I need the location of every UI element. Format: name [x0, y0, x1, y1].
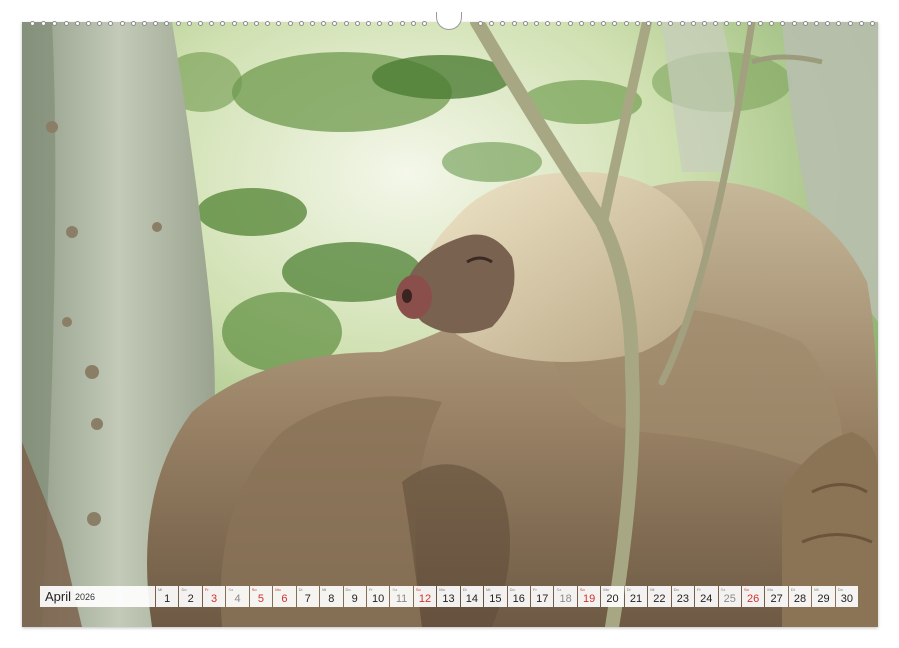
day-cell: Di7	[297, 586, 319, 607]
weekday-abbr: Sa	[392, 587, 397, 592]
day-number: 16	[513, 593, 525, 605]
day-cell: Di28	[789, 586, 811, 607]
weekday-abbr: Di	[791, 587, 795, 592]
day-cell: Mo13	[437, 586, 459, 607]
day-cell: Mi29	[812, 586, 834, 607]
day-cell: Do30	[836, 586, 858, 607]
weekday-abbr: Di	[299, 587, 303, 592]
day-cell: Sa25	[719, 586, 741, 607]
day-cell: Mi22	[648, 586, 670, 607]
day-cell: So26	[742, 586, 764, 607]
weekday-abbr: So	[580, 587, 585, 592]
day-number: 29	[817, 593, 829, 605]
day-number: 21	[630, 593, 642, 605]
day-number: 30	[841, 593, 853, 605]
day-cell: Di14	[461, 586, 483, 607]
photo-illustration	[22, 22, 878, 627]
day-number: 11	[396, 593, 407, 605]
day-cell: Sa4	[226, 586, 248, 607]
weekday-abbr: Mi	[650, 587, 654, 592]
day-cell: Di21	[625, 586, 647, 607]
weekday-abbr: So	[744, 587, 749, 592]
day-number: 7	[305, 593, 311, 605]
day-number: 17	[536, 593, 548, 605]
day-cell: Sa18	[554, 586, 576, 607]
weekday-abbr: Mi	[322, 587, 326, 592]
day-cell: Do16	[508, 586, 530, 607]
day-number: 23	[677, 593, 689, 605]
day-cell: So5	[250, 586, 272, 607]
weekday-abbr: Di	[627, 587, 631, 592]
day-number: 18	[560, 593, 572, 605]
day-number: 9	[352, 593, 358, 605]
weekday-abbr: Fr	[369, 587, 373, 592]
weekday-abbr: Mo	[767, 587, 773, 592]
weekday-abbr: Mo	[439, 587, 445, 592]
weekday-abbr: Sa	[721, 587, 726, 592]
day-number: 6	[281, 593, 287, 605]
day-cell: Mo6	[273, 586, 295, 607]
day-cell: Fr17	[531, 586, 553, 607]
day-number: 19	[583, 593, 595, 605]
weekday-abbr: Do	[674, 587, 679, 592]
day-number: 5	[258, 593, 264, 605]
day-number: 3	[211, 593, 217, 605]
weekday-abbr: Sa	[228, 587, 233, 592]
day-number: 10	[372, 593, 384, 605]
calendar-strip: April 2026 Mi1Do2Fr3Sa4So5Mo6Di7Mi8Do9Fr…	[40, 586, 858, 607]
day-cell: So12	[414, 586, 436, 607]
weekday-abbr: Do	[510, 587, 515, 592]
day-number: 25	[724, 593, 736, 605]
day-cell: Do23	[672, 586, 694, 607]
month-year: 2026	[75, 592, 95, 602]
day-cell: Mi8	[320, 586, 342, 607]
day-cell: Fr10	[367, 586, 389, 607]
weekday-abbr: Sa	[556, 587, 561, 592]
weekday-abbr: So	[252, 587, 257, 592]
day-cell: Do2	[179, 586, 201, 607]
day-cell: Fr24	[695, 586, 717, 607]
month-name: April	[45, 589, 71, 604]
day-number: 24	[700, 593, 712, 605]
day-number: 13	[442, 593, 454, 605]
day-cell: So19	[578, 586, 600, 607]
day-number: 20	[606, 593, 618, 605]
day-number: 14	[466, 593, 478, 605]
calendar-page: April 2026 Mi1Do2Fr3Sa4So5Mo6Di7Mi8Do9Fr…	[0, 0, 899, 648]
day-cell: Mi1	[156, 586, 178, 607]
day-cell: Do9	[344, 586, 366, 607]
weekday-abbr: Di	[463, 587, 467, 592]
day-number: 4	[234, 593, 240, 605]
weekday-abbr: Do	[346, 587, 351, 592]
day-number: 26	[747, 593, 759, 605]
day-number: 1	[164, 593, 170, 605]
day-number: 22	[653, 593, 665, 605]
weekday-abbr: Mi	[814, 587, 818, 592]
day-number: 12	[419, 593, 431, 605]
day-number: 27	[770, 593, 782, 605]
weekday-abbr: Mi	[486, 587, 490, 592]
day-number: 8	[328, 593, 334, 605]
weekday-abbr: Fr	[697, 587, 701, 592]
day-number: 2	[188, 593, 194, 605]
weekday-abbr: Mo	[275, 587, 281, 592]
weekday-abbr: Do	[181, 587, 186, 592]
month-label: April 2026	[40, 586, 155, 607]
weekday-abbr: Mi	[158, 587, 162, 592]
day-cell: Fr3	[203, 586, 225, 607]
day-cell: Mo20	[601, 586, 623, 607]
day-cell: Mo27	[765, 586, 787, 607]
day-cell: Mi15	[484, 586, 506, 607]
weekday-abbr: Do	[838, 587, 843, 592]
weekday-abbr: Mo	[603, 587, 609, 592]
day-cell: Sa11	[390, 586, 412, 607]
weekday-abbr: So	[416, 587, 421, 592]
sloth-photo	[22, 22, 878, 627]
day-number: 28	[794, 593, 806, 605]
weekday-abbr: Fr	[533, 587, 537, 592]
weekday-abbr: Fr	[205, 587, 209, 592]
day-number: 15	[489, 593, 501, 605]
